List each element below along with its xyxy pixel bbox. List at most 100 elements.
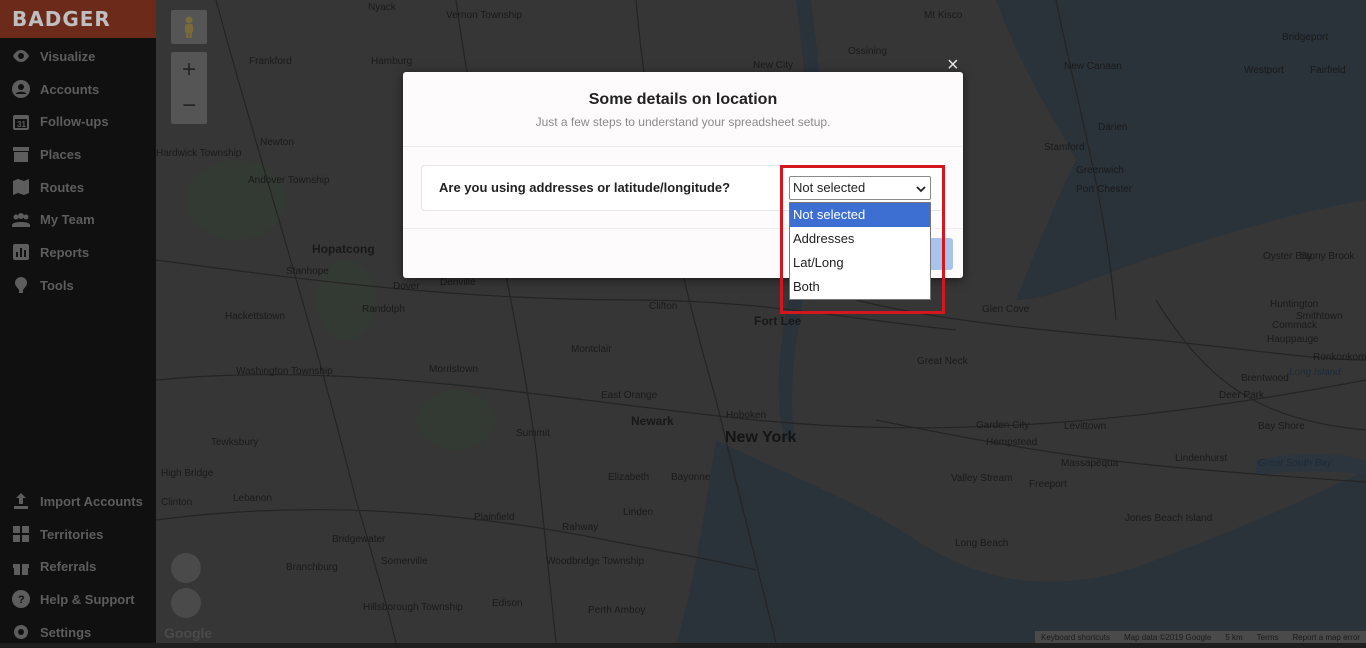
- zoom-out-button[interactable]: −: [171, 88, 207, 124]
- map-place-label: New City: [753, 60, 794, 71]
- map-place-label: Clifton: [649, 301, 678, 312]
- map-place-label: Montclair: [571, 344, 612, 355]
- sidebar-item-import-accounts[interactable]: Import Accounts: [0, 485, 156, 518]
- sidebar-item-help-support[interactable]: ? Help & Support: [0, 583, 156, 616]
- sidebar-item-label: Follow-ups: [40, 114, 109, 130]
- map-place-label: Stanhope: [286, 266, 329, 277]
- team-icon: [10, 210, 32, 230]
- map-place-label: Hauppauge: [1267, 334, 1319, 345]
- map-place-label: High Bridge: [161, 468, 214, 479]
- sidebar: BADGER Visualize Accounts 31 Follow-ups Plac…: [0, 0, 156, 643]
- map-place-label: Long Beach: [955, 538, 1009, 549]
- map-footer-item[interactable]: Report a map error: [1292, 633, 1360, 642]
- map-place-label: Denville: [440, 277, 476, 288]
- sidebar-item-accounts[interactable]: Accounts: [0, 73, 156, 106]
- map-attribution: Keyboard shortcuts Map data ©2019 Google 5…: [1035, 631, 1366, 643]
- map-place-label: Greenwich: [1076, 165, 1124, 176]
- sidebar-item-label: Settings: [40, 624, 92, 640]
- sidebar-item-follow-ups[interactable]: 31 Follow-ups: [0, 105, 156, 138]
- map-place-label: Stamford: [1044, 142, 1085, 153]
- map-place-label: Glen Cove: [982, 304, 1030, 315]
- sidebar-item-label: Accounts: [40, 81, 100, 97]
- map-place-label: Hamburg: [371, 56, 413, 67]
- map-place-label: Stony Brook: [1300, 251, 1355, 262]
- sidebar-item-label: Territories: [40, 526, 104, 542]
- map-place-label: Linden: [623, 507, 654, 518]
- sidebar-item-visualize[interactable]: Visualize: [0, 40, 156, 73]
- map-place-label: Clinton: [161, 497, 193, 508]
- map-place-label: Edison: [492, 598, 523, 609]
- sidebar-item-label: Referrals: [40, 559, 97, 575]
- map-place-label: Bayonne: [671, 472, 711, 483]
- map-place-label: Deer Park: [1219, 390, 1265, 401]
- map-place-label: Darien: [1098, 122, 1128, 133]
- street-view-pegman-icon[interactable]: [171, 10, 207, 44]
- sidebar-item-label: Import Accounts: [40, 493, 143, 509]
- map-place-label: Hillsborough Township: [363, 602, 463, 613]
- sidebar-item-territories[interactable]: Territories: [0, 518, 156, 551]
- question-label: Are you using addresses or latitude/long…: [439, 180, 731, 195]
- map-place-label: New Canaan: [1064, 61, 1122, 72]
- brand-logo[interactable]: BADGER: [0, 0, 156, 38]
- sidebar-item-referrals[interactable]: Referrals: [0, 550, 156, 583]
- map-place-label: Hardwick Township: [156, 148, 242, 159]
- sidebar-item-my-team[interactable]: My Team: [0, 203, 156, 236]
- map-place-label: Somerville: [381, 556, 428, 567]
- sidebar-item-label: My Team: [40, 212, 95, 228]
- map-place-label: Westport: [1244, 65, 1284, 76]
- svg-text:31: 31: [17, 120, 26, 129]
- modal-subtitle: Just a few steps to understand your spre…: [535, 115, 831, 129]
- store-icon: [10, 144, 32, 164]
- map-place-label: Hempstead: [986, 437, 1038, 448]
- pin-icon: [10, 275, 32, 295]
- map-place-label: Morristown: [429, 364, 478, 375]
- sidebar-item-routes[interactable]: Routes: [0, 171, 156, 204]
- gift-icon: [10, 557, 32, 577]
- divider: [403, 146, 963, 147]
- sidebar-item-label: Help & Support: [40, 591, 135, 607]
- map-place-label: Andover Township: [248, 175, 330, 186]
- gear-icon: [10, 622, 32, 642]
- sidebar-item-reports[interactable]: Reports: [0, 236, 156, 269]
- map-place-label: Freeport: [1029, 479, 1067, 490]
- sidebar-item-label: Places: [40, 146, 82, 162]
- map-place-label: Bridgewater: [332, 534, 386, 545]
- map-place-label: Elizabeth: [608, 472, 650, 483]
- user-icon: [10, 79, 32, 99]
- map-place-label: Smithtown: [1296, 311, 1343, 322]
- help-icon: ?: [10, 589, 32, 609]
- map-place-label: Perth Amboy: [588, 605, 646, 616]
- map-footer-item: 5 km: [1225, 632, 1243, 642]
- sidebar-item-tools[interactable]: Tools: [0, 269, 156, 302]
- svg-text:?: ?: [18, 594, 25, 606]
- map-place-label: Hoboken: [726, 410, 767, 421]
- map-place-label: Rahway: [562, 522, 599, 533]
- map-footer-item[interactable]: Keyboard shortcuts: [1041, 633, 1110, 642]
- map-place-label: Plainfield: [474, 512, 515, 523]
- sidebar-item-label: Routes: [40, 179, 85, 195]
- map-place-label: Hopatcong: [312, 242, 375, 256]
- map-locate-icon[interactable]: [171, 588, 201, 618]
- map-place-label: Long Island: [1289, 367, 1341, 378]
- map-place-label: Newark: [631, 414, 674, 428]
- map-layer-icon[interactable]: [171, 553, 201, 583]
- highlight-box: [780, 165, 945, 314]
- map-place-label: Branchburg: [286, 562, 338, 573]
- map-footer-item[interactable]: Terms: [1257, 633, 1279, 642]
- map-place-label: Vernon Township: [446, 10, 522, 21]
- sidebar-item-settings[interactable]: Settings: [0, 616, 156, 648]
- map-place-label: Mt Kisco: [924, 10, 963, 21]
- map-place-label: Ronkonkoma: [1313, 352, 1366, 363]
- google-logo: Google: [164, 625, 213, 641]
- map-place-label: Newton: [260, 137, 294, 148]
- eye-icon: [10, 46, 32, 66]
- map-place-label: Frankford: [249, 56, 292, 67]
- map-place-label: Nyack: [368, 2, 396, 13]
- modal-title: Some details on location: [588, 91, 778, 108]
- map-place-label: Summit: [516, 428, 550, 439]
- map-place-label: New York: [725, 429, 797, 446]
- map-place-label: Brentwood: [1241, 373, 1289, 384]
- zoom-in-button[interactable]: +: [171, 52, 207, 88]
- sidebar-item-places[interactable]: Places: [0, 138, 156, 171]
- map-place-label: Garden City: [976, 420, 1030, 431]
